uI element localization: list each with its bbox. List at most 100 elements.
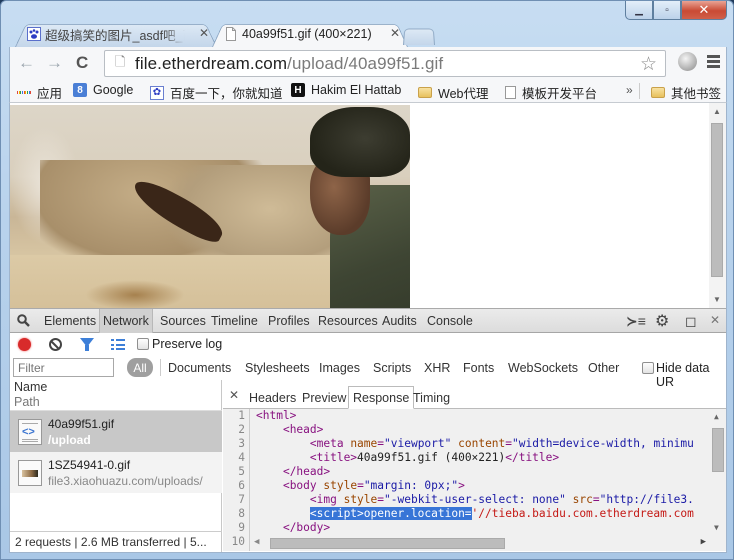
baidu-paw-icon: ✿ — [150, 85, 164, 100]
request-path: /upload — [48, 433, 91, 447]
browser-toolbar: ← → C 🗋 file.etherdream.com/upload/40a99… — [9, 47, 727, 79]
filter-stylesheets[interactable]: Stylesheets — [245, 361, 310, 375]
filter-images[interactable]: Images — [319, 361, 360, 375]
tab-sources[interactable]: Sources — [160, 314, 206, 328]
clear-icon[interactable] — [49, 338, 62, 351]
tab-headers[interactable]: Headers — [249, 391, 296, 405]
bookmark-baidu[interactable]: ✿ 百度一下，你就知道 — [150, 83, 283, 102]
column-path[interactable]: Path — [14, 395, 40, 409]
tab-audits[interactable]: Audits — [382, 314, 417, 328]
tab-elements[interactable]: Elements — [44, 314, 96, 328]
gif-image — [10, 105, 410, 309]
scroll-right-arrow-icon[interactable]: ▶ — [701, 537, 706, 547]
bookmark-google[interactable]: 8 Google — [73, 83, 133, 97]
preserve-log-checkbox[interactable] — [137, 338, 149, 350]
dock-side-icon[interactable]: ◻ — [685, 313, 697, 330]
bookmark-hakim[interactable]: H Hakim El Hattab — [291, 83, 401, 97]
column-name[interactable]: Name — [14, 380, 47, 394]
tab-network[interactable]: Network — [99, 309, 153, 333]
filter-all[interactable]: All — [127, 358, 153, 377]
bookmark-label: Hakim El Hattab — [311, 83, 402, 97]
page-scrollbar[interactable]: ▲ ▼ — [709, 103, 726, 308]
reload-button[interactable]: C — [76, 53, 88, 73]
filter-other[interactable]: Other — [588, 361, 619, 375]
tab-baidu[interactable]: 超级搞笑的图片_asdf吧_百 ✕ — [15, 21, 217, 47]
tab-title: 超级搞笑的图片_asdf吧_百 — [45, 28, 185, 43]
back-button[interactable]: ← — [18, 53, 35, 73]
console-drawer-icon[interactable]: ≻≡ — [626, 313, 646, 330]
record-icon[interactable] — [18, 338, 31, 351]
filter-icon[interactable] — [80, 338, 94, 351]
hide-data-urls-checkbox[interactable] — [642, 362, 654, 374]
request-path: file3.xiaohuazu.com/uploads/ — [48, 474, 203, 488]
devtools-panel-tabs: Elements Network Sources Timeline Profil… — [10, 308, 726, 333]
tab-preview[interactable]: Preview — [302, 391, 346, 405]
tab-timeline[interactable]: Timeline — [211, 314, 258, 328]
html-document-icon — [18, 419, 42, 445]
source-line: <img style="-webkit-user-select: none" s… — [309, 493, 694, 506]
source-line: <body style="margin: 0px;"> — [282, 479, 465, 492]
scroll-up-arrow-icon[interactable]: ▲ — [713, 107, 721, 116]
filter-input[interactable] — [13, 358, 114, 377]
bookmarks-bar: 应用 8 Google ✿ 百度一下，你就知道 H Hakim El Hatta… — [9, 79, 727, 103]
bookmark-web-proxy[interactable]: Web代理 — [418, 83, 488, 102]
source-lines[interactable]: <html> <head> <meta name="viewport" cont… — [256, 409, 711, 549]
request-row[interactable]: 40a99f51.gif /upload — [10, 411, 222, 452]
minimize-button[interactable]: ▁ — [625, 1, 653, 20]
maximize-button[interactable]: ▫ — [653, 1, 681, 20]
page-icon — [505, 86, 516, 99]
filter-documents[interactable]: Documents — [168, 361, 231, 375]
url-text[interactable]: file.etherdream.com/upload/40a99f51.gif — [135, 54, 443, 74]
source-line: </body> — [282, 521, 331, 534]
close-detail-icon[interactable]: ✕ — [229, 388, 239, 402]
new-tab-button[interactable] — [403, 27, 435, 45]
h-logo-icon: H — [291, 83, 305, 97]
folder-icon — [418, 87, 432, 98]
tab-timing[interactable]: Timing — [413, 391, 450, 405]
line-number: 7 — [238, 493, 245, 506]
address-bar[interactable]: 🗋 file.etherdream.com/upload/40a99f51.gi… — [104, 50, 666, 77]
extension-globe-icon[interactable] — [678, 52, 697, 71]
forward-button[interactable]: → — [46, 53, 63, 73]
request-list-header[interactable]: Name Path — [10, 380, 222, 411]
request-row[interactable]: 1SZ54941-0.gif file3.xiaohuazu.com/uploa… — [10, 452, 222, 493]
bookmark-other[interactable]: 其他书签 — [651, 83, 721, 102]
scrollbar-thumb[interactable] — [270, 538, 505, 549]
bookmarks-overflow-button[interactable]: » — [626, 83, 633, 97]
bookmark-label: 应用 — [37, 87, 63, 101]
tab-response[interactable]: Response — [348, 386, 415, 409]
source-vertical-scrollbar[interactable]: ▲ ▼ — [710, 409, 726, 535]
chrome-menu-icon[interactable] — [707, 55, 720, 68]
bookmark-template-platform[interactable]: 模板开发平台 — [505, 83, 597, 102]
response-source[interactable]: 1 2 3 4 5 6 7 8 9 10 <html> <head> <meta name="vi… — [223, 409, 726, 551]
filter-fonts[interactable]: Fonts — [463, 361, 494, 375]
large-rows-icon[interactable] — [111, 339, 125, 350]
source-horizontal-scrollbar[interactable]: ◀ ▶ — [250, 535, 710, 551]
close-devtools-icon[interactable]: ✕ — [710, 313, 720, 327]
close-window-button[interactable]: ✕ — [681, 1, 727, 20]
scroll-down-arrow-icon[interactable]: ▼ — [713, 295, 721, 304]
scroll-up-arrow-icon[interactable]: ▲ — [714, 412, 719, 421]
tab-resources[interactable]: Resources — [318, 314, 378, 328]
network-summary: 2 requests | 2.6 MB transferred | 5... — [10, 531, 222, 551]
line-number: 5 — [238, 465, 245, 478]
close-tab-icon[interactable]: ✕ — [199, 26, 209, 40]
source-line: <script>opener.location='//tieba.baidu.c… — [309, 507, 694, 520]
scroll-down-arrow-icon[interactable]: ▼ — [714, 523, 719, 532]
scrollbar-thumb[interactable] — [711, 123, 723, 277]
search-icon[interactable] — [17, 314, 30, 327]
filter-websockets[interactable]: WebSockets — [508, 361, 578, 375]
bookmark-apps[interactable]: 应用 — [16, 83, 63, 102]
bookmark-label: Google — [93, 83, 134, 97]
baidu-paw-icon — [27, 27, 41, 41]
tab-gif[interactable]: 40a99f51.gif (400×221) ✕ — [212, 21, 408, 47]
scrollbar-thumb[interactable] — [712, 428, 724, 472]
scroll-left-arrow-icon[interactable]: ◀ — [254, 537, 259, 547]
bookmark-star-icon[interactable]: ☆ — [640, 53, 657, 76]
gear-icon[interactable]: ⚙ — [655, 311, 669, 331]
close-tab-icon[interactable]: ✕ — [390, 26, 400, 40]
filter-xhr[interactable]: XHR — [424, 361, 450, 375]
tab-console[interactable]: Console — [427, 314, 473, 328]
tab-profiles[interactable]: Profiles — [268, 314, 310, 328]
filter-scripts[interactable]: Scripts — [373, 361, 411, 375]
